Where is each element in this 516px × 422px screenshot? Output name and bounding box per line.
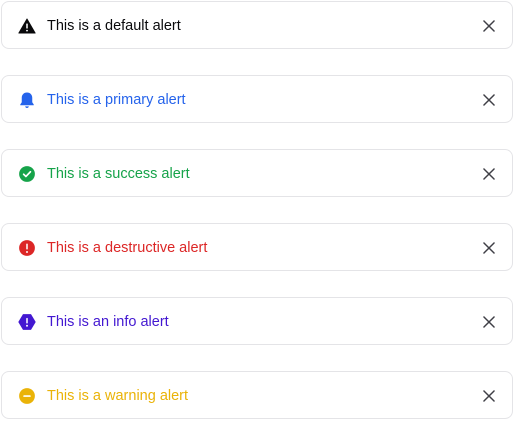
warning-triangle-icon: [18, 17, 36, 35]
alert-message: This is a destructive alert: [47, 240, 208, 256]
minus-circle-icon: [18, 387, 36, 405]
close-button[interactable]: [478, 15, 500, 37]
alert-success: This is a success alert: [1, 149, 513, 197]
close-icon: [483, 168, 495, 180]
close-button[interactable]: [478, 311, 500, 333]
close-button[interactable]: [478, 89, 500, 111]
alert-message: This is a default alert: [47, 18, 181, 34]
close-button[interactable]: [478, 163, 500, 185]
close-icon: [483, 242, 495, 254]
exclamation-circle-icon: [18, 239, 36, 257]
alert-message: This is a primary alert: [47, 92, 186, 108]
close-icon: [483, 390, 495, 402]
close-icon: [483, 316, 495, 328]
check-circle-icon: [18, 165, 36, 183]
alert-info: This is an info alert: [1, 297, 513, 345]
bell-icon: [18, 91, 36, 109]
alert-warning: This is a warning alert: [1, 371, 513, 419]
close-icon: [483, 20, 495, 32]
alert-destructive: This is a destructive alert: [1, 223, 513, 271]
alert-list: This is a default alert This is a primar…: [0, 0, 516, 422]
alert-message: This is a warning alert: [47, 388, 189, 404]
alert-default: This is a default alert: [1, 1, 513, 49]
close-button[interactable]: [478, 385, 500, 407]
alert-message: This is an info alert: [47, 314, 169, 330]
alert-primary: This is a primary alert: [1, 75, 513, 123]
close-button[interactable]: [478, 237, 500, 259]
exclamation-hexagon-icon: [18, 313, 36, 331]
alert-message: This is a success alert: [47, 166, 190, 182]
close-icon: [483, 94, 495, 106]
